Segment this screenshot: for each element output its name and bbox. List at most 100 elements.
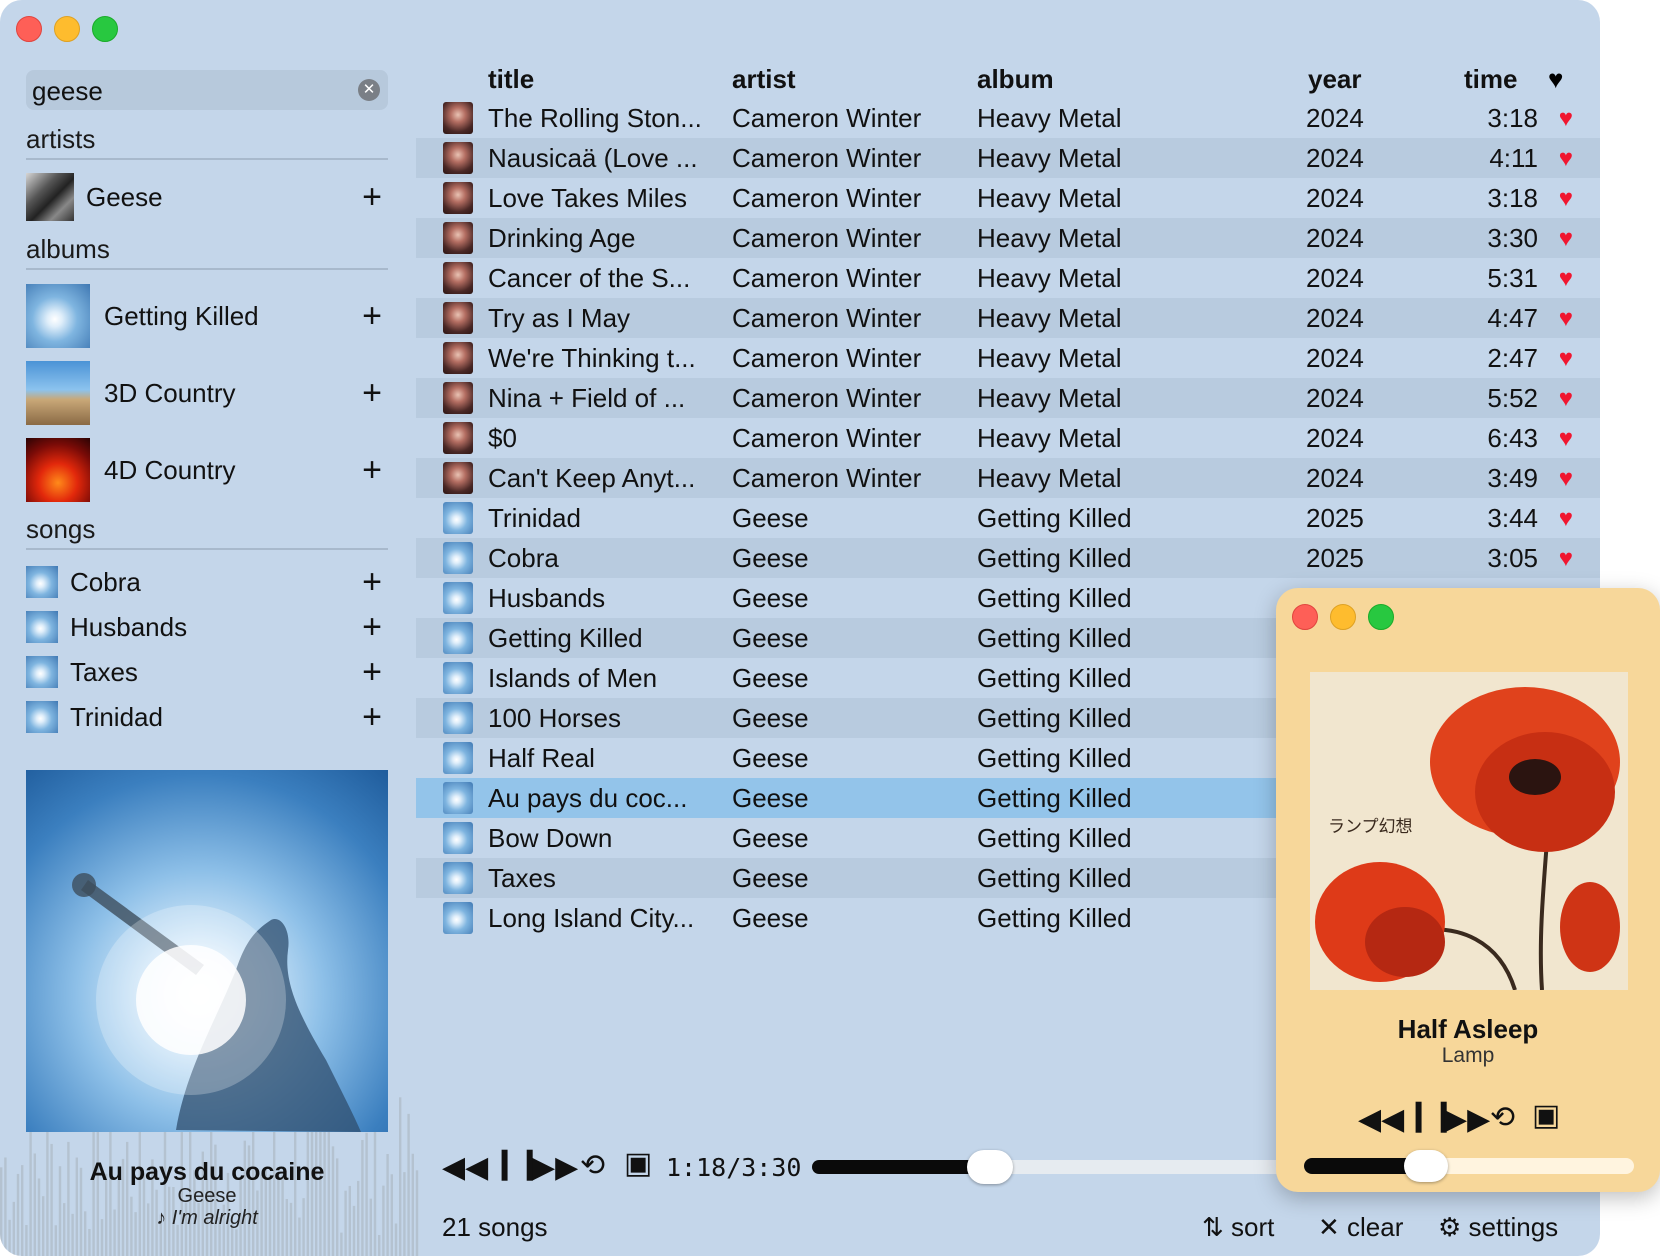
mini-fast-forward-icon[interactable]: ▶▶ [1444,1102,1490,1137]
cell-album: Heavy Metal [977,223,1122,253]
clear-search-icon[interactable]: ✕ [358,79,380,101]
column-header-liked-heart-icon[interactable]: ♥ [1548,64,1563,95]
liked-heart-icon[interactable]: ♥ [1559,105,1573,133]
album-label: 3D Country [104,377,236,408]
table-row[interactable]: Drinking Age Cameron Winter Heavy Metal 202… [416,218,1600,258]
close-window-button[interactable] [16,16,42,42]
row-album-thumbnail [443,662,473,694]
column-header-artist[interactable]: artist [732,64,796,95]
now-playing-artwork[interactable] [26,770,388,1132]
waveform-bar [407,1113,410,1256]
mini-artwork-icon[interactable]: ▣ [1532,1098,1560,1133]
mini-progress-slider[interactable] [1304,1150,1634,1182]
fast-forward-icon[interactable]: ▶▶ [532,1150,578,1185]
table-row[interactable]: Love Takes Miles Cameron Winter Heavy Meta… [416,178,1600,218]
sort-icon: ⇅ [1202,1212,1224,1242]
song-item-cobra[interactable]: Cobra + [26,565,388,599]
album-item-4d-country[interactable]: 4D Country + [26,438,388,502]
table-row[interactable]: The Rolling Ston... Cameron Winter Heavy M… [416,98,1600,138]
table-row[interactable]: Nausicaä (Love ... Cameron Winter Heavy Me… [416,138,1600,178]
table-row[interactable]: We're Thinking t... Cameron Winter Heavy M… [416,338,1600,378]
mini-close-button[interactable] [1292,604,1318,630]
cell-artist: Geese [732,663,809,693]
progress-knob[interactable] [966,1150,1013,1184]
add-song-icon[interactable]: + [362,610,382,644]
liked-heart-icon[interactable]: ♥ [1559,385,1573,413]
settings-button[interactable]: ⚙ settings [1438,1212,1558,1243]
table-row[interactable]: Can't Keep Anyt... Cameron Winter Heavy Me… [416,458,1600,498]
cell-artist: Geese [732,583,809,613]
song-item-husbands[interactable]: Husbands + [26,610,388,644]
column-header-title[interactable]: title [488,64,534,95]
sort-button[interactable]: ⇅ sort [1202,1212,1274,1243]
row-album-thumbnail [443,622,473,654]
liked-heart-icon[interactable]: ♥ [1559,305,1573,333]
clear-button[interactable]: ✕ clear [1318,1212,1403,1243]
cell-artist: Geese [732,703,809,733]
song-item-taxes[interactable]: Taxes + [26,655,388,689]
liked-heart-icon[interactable]: ♥ [1559,505,1573,533]
cell-artist: Cameron Winter [732,103,922,133]
album-item-3d-country[interactable]: 3D Country + [26,361,388,425]
column-header-year[interactable]: year [1308,64,1362,95]
gear-icon: ⚙ [1438,1212,1462,1242]
add-artist-icon[interactable]: + [362,180,382,214]
table-row[interactable]: Cancer of the S... Cameron Winter Heavy Me… [416,258,1600,298]
add-album-icon[interactable]: + [362,453,382,487]
row-album-thumbnail [443,502,473,534]
table-row[interactable]: Cobra Geese Getting Killed 2025 3:05 ♥ [416,538,1600,578]
waveform-bar [390,1174,393,1256]
zoom-window-button[interactable] [92,16,118,42]
cell-time: 3:49 [1487,463,1538,493]
add-song-icon[interactable]: + [362,700,382,734]
table-row[interactable]: Try as I May Cameron Winter Heavy Metal 202… [416,298,1600,338]
add-album-icon[interactable]: + [362,299,382,333]
add-album-icon[interactable]: + [362,376,382,410]
liked-heart-icon[interactable]: ♥ [1559,345,1573,373]
liked-heart-icon[interactable]: ♥ [1559,225,1573,253]
repeat-icon[interactable]: ⟲ [580,1148,605,1183]
mini-player-artwork[interactable]: ランプ幻想 [1310,672,1628,990]
search-input[interactable] [30,73,354,109]
table-row[interactable]: Trinidad Geese Getting Killed 2025 3:44 ♥ [416,498,1600,538]
progress-slider[interactable] [812,1150,1292,1184]
minimize-window-button[interactable] [54,16,80,42]
liked-heart-icon[interactable]: ♥ [1559,425,1573,453]
cell-year: 2025 [1306,543,1364,573]
liked-heart-icon[interactable]: ♥ [1559,265,1573,293]
cell-title: Husbands [488,583,606,613]
rewind-icon[interactable]: ◀◀ [442,1150,488,1185]
cell-artist: Cameron Winter [732,423,922,453]
waveform-bar [0,1167,3,1256]
column-header-time[interactable]: time [1464,64,1517,95]
mini-zoom-button[interactable] [1368,604,1394,630]
cell-time: 6:43 [1487,423,1538,453]
mini-minimize-button[interactable] [1330,604,1356,630]
cell-album: Heavy Metal [977,303,1122,333]
mini-rewind-icon[interactable]: ◀◀ [1358,1102,1404,1137]
cell-title: Bow Down [488,823,613,853]
songs-header: songs [26,514,96,544]
table-row[interactable]: Nina + Field of ... Cameron Winter Heavy M… [416,378,1600,418]
add-song-icon[interactable]: + [362,565,382,599]
liked-heart-icon[interactable]: ♥ [1559,185,1573,213]
cell-year: 2024 [1306,143,1364,173]
song-thumbnail [26,656,58,688]
album-item-getting-killed[interactable]: Getting Killed + [26,284,388,348]
mini-repeat-icon[interactable]: ⟲ [1490,1100,1515,1135]
artist-item-geese[interactable]: Geese + [26,172,388,222]
cell-title: Au pays du coc... [488,783,688,813]
table-row[interactable]: $0 Cameron Winter Heavy Metal 2024 6:43 ♥ [416,418,1600,458]
row-album-thumbnail [443,102,473,134]
waveform-bar [12,1201,15,1256]
song-item-trinidad[interactable]: Trinidad + [26,700,388,734]
liked-heart-icon[interactable]: ♥ [1559,465,1573,493]
song-label: Husbands [70,611,188,642]
liked-heart-icon[interactable]: ♥ [1559,145,1573,173]
column-header-album[interactable]: album [977,64,1054,95]
add-song-icon[interactable]: + [362,655,382,689]
artwork-icon[interactable]: ▣ [624,1146,652,1181]
sort-label: sort [1231,1212,1275,1242]
mini-progress-knob[interactable] [1404,1150,1449,1182]
liked-heart-icon[interactable]: ♥ [1559,545,1573,573]
